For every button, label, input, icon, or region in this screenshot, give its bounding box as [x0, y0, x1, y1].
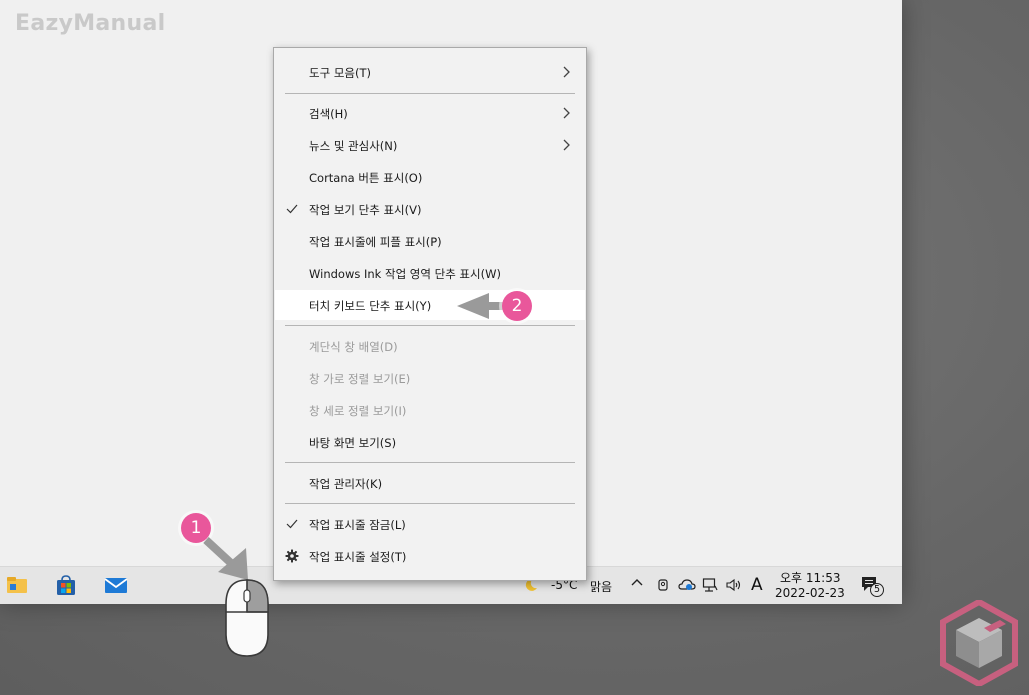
gear-icon — [285, 549, 299, 563]
menu-item-show-desktop[interactable]: 바탕 화면 보기(S) — [275, 427, 585, 457]
chevron-right-icon — [561, 106, 573, 120]
clock-date: 2022-02-23 — [775, 586, 845, 600]
menu-item-task-manager[interactable]: 작업 관리자(K) — [275, 468, 585, 498]
chevron-right-icon — [561, 65, 573, 79]
menu-item-side-by-side: 창 세로 정렬 보기(I) — [309, 404, 407, 418]
microsoft-store-icon[interactable] — [55, 574, 77, 596]
menu-separator — [285, 462, 575, 463]
mail-icon[interactable] — [104, 574, 128, 596]
menu-item-task-view-button[interactable]: 작업 보기 단추 표시(V) — [275, 194, 585, 224]
menu-item-lock-taskbar[interactable]: 작업 표시줄 잠금(L) — [275, 509, 585, 539]
menu-item-search[interactable]: 검색(H) — [275, 98, 585, 128]
checkmark-icon — [285, 517, 299, 531]
notification-center-icon[interactable]: 5 — [860, 575, 886, 599]
menu-item-stacked-windows: 창 가로 정렬 보기(E) — [309, 372, 411, 386]
site-watermark: EazyManual — [15, 11, 166, 36]
menu-item-touch-keyboard[interactable]: 터치 키보드 단추 표시(Y) — [275, 290, 585, 320]
menu-item-windows-ink[interactable]: Windows Ink 작업 영역 단추 표시(W) — [275, 258, 585, 288]
checkmark-icon — [285, 202, 299, 216]
menu-separator — [285, 325, 575, 326]
onedrive-icon[interactable] — [678, 577, 696, 593]
menu-item-taskbar-settings[interactable]: 작업 표시줄 설정(T) — [275, 541, 585, 571]
menu-separator — [285, 503, 575, 504]
file-explorer-icon[interactable] — [6, 574, 28, 596]
menu-item-news-interests[interactable]: 뉴스 및 관심사(N) — [275, 130, 585, 160]
network-icon[interactable] — [702, 577, 718, 593]
callout-arrow-down-right-icon — [203, 537, 248, 580]
menu-item-toolbars[interactable]: 도구 모음(T) — [275, 57, 585, 87]
brand-logo-icon — [940, 600, 1018, 686]
ime-indicator[interactable]: A — [751, 575, 763, 595]
volume-icon[interactable] — [725, 577, 741, 593]
menu-item-people[interactable]: 작업 표시줄에 피플 표시(P) — [275, 226, 585, 256]
mouse-right-click-icon — [225, 579, 269, 657]
menu-item-cascade-windows: 계단식 창 배열(D) — [309, 340, 398, 354]
notification-count: 5 — [873, 584, 881, 595]
menu-item-cortana-button[interactable]: Cortana 버튼 표시(O) — [275, 162, 585, 192]
chevron-right-icon — [561, 138, 573, 152]
step-badge-2: 2 — [502, 291, 532, 321]
menu-separator — [285, 93, 575, 94]
weather-condition[interactable]: 맑음 — [590, 578, 612, 595]
chevron-up-icon[interactable] — [629, 576, 645, 592]
clock-time: 오후 11:53 — [780, 571, 841, 585]
meet-now-icon[interactable] — [655, 577, 671, 593]
taskbar-context-menu: 도구 모음(T) 검색(H) 뉴스 및 관심사(N) Cortana 버튼 표시… — [273, 47, 587, 581]
